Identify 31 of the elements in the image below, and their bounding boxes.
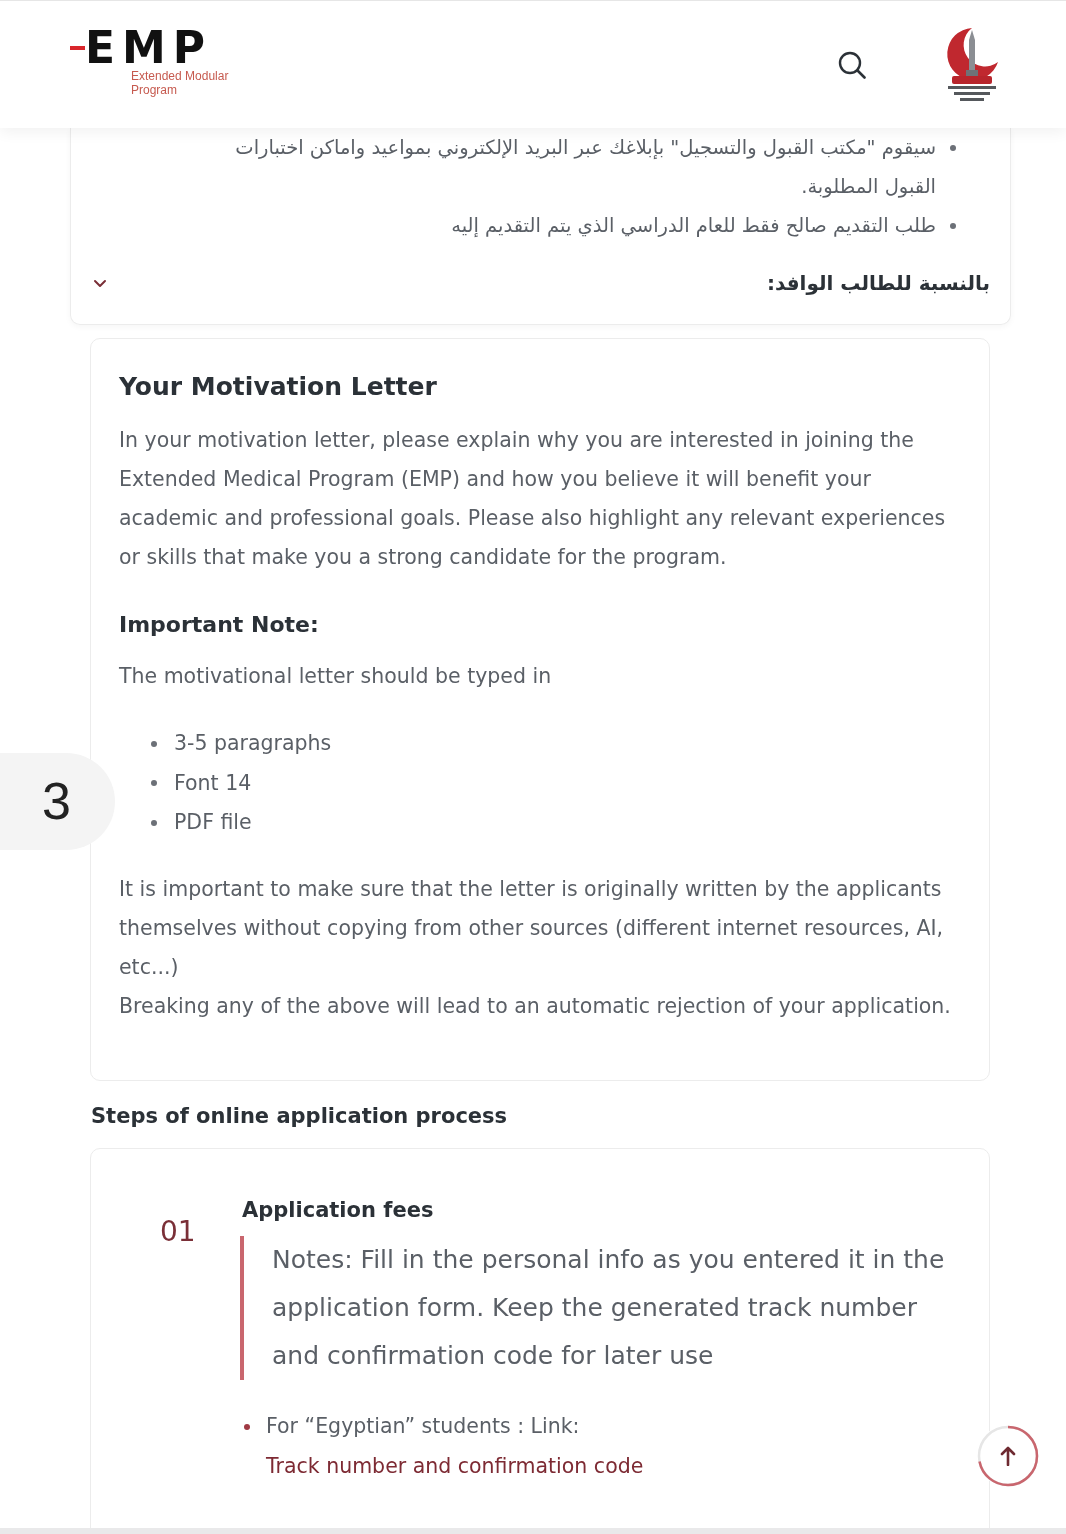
requirement-text: طلب التقديم صالح فقط للعام الدراسي الذي يتم التقديم إليه xyxy=(451,213,936,239)
side-number-tab[interactable]: 3 xyxy=(0,753,115,850)
section-title: Steps of online application process xyxy=(91,1102,509,1130)
link-sentence: For “Egyptian” students : Link: Track number and confirmation code xyxy=(266,1412,645,1480)
note-heading: Important Note: xyxy=(119,611,320,639)
bullet-icon xyxy=(950,145,956,151)
note-text: The motivational letter should be typed in xyxy=(119,663,553,690)
intro-paragraph: In your motivation letter, please explain why you are interested in joining the Extended Medical Program (EMP) and how you believe it will benefit your academic and professional goals. Please also highlight any relevant experiences or skills that make you a strong candidate for the program. xyxy=(119,427,947,571)
requirement-text: سيقوم "مكتب القبول والتسجيل" بإبلاغك عبر البريد الإلكتروني بمواعيد واماكن اختبارات القبول المطلوبة. xyxy=(234,135,936,200)
step-title: Application fees xyxy=(242,1196,435,1224)
bullet-icon xyxy=(151,780,157,787)
bullet-icon xyxy=(244,1423,250,1430)
accordion-title[interactable]: بالنسبة للطالب الوافد: xyxy=(766,265,990,301)
arrow-up-icon xyxy=(1000,1446,1016,1466)
list-item-text: PDF file xyxy=(174,809,252,836)
card-title: Your Motivation Letter xyxy=(119,371,438,403)
logo-tagline: Extended Modular Program xyxy=(131,68,230,97)
list-item-text: Font 14 xyxy=(174,769,252,797)
step-number: 01 xyxy=(160,1213,197,1250)
bullet-icon xyxy=(950,223,956,229)
warning-text: Breaking any of the above will lead to an automatic rejection of your application. xyxy=(119,992,952,1020)
chevron-down-icon[interactable] xyxy=(93,278,107,288)
bullet-icon xyxy=(151,819,157,826)
list-item-text: 3-5 paragraphs xyxy=(174,730,332,757)
search-icon[interactable] xyxy=(838,50,866,79)
logo-wordmark[interactable]: EMP xyxy=(85,28,213,67)
logo-stripe-icon xyxy=(70,45,85,50)
bullet-icon xyxy=(151,740,157,747)
originality-paragraph: It is important to make sure that the letter is originally written by the applicants themselves without copying from other sources (different internet resources, AI, etc...) xyxy=(119,875,945,981)
text-link[interactable]: Track number and confirmation code xyxy=(266,1453,644,1478)
note-quote: Notes: Fill in the personal info as you entered it in the application form. Keep the generated track number and confirmation code for later use xyxy=(240,1235,963,1380)
